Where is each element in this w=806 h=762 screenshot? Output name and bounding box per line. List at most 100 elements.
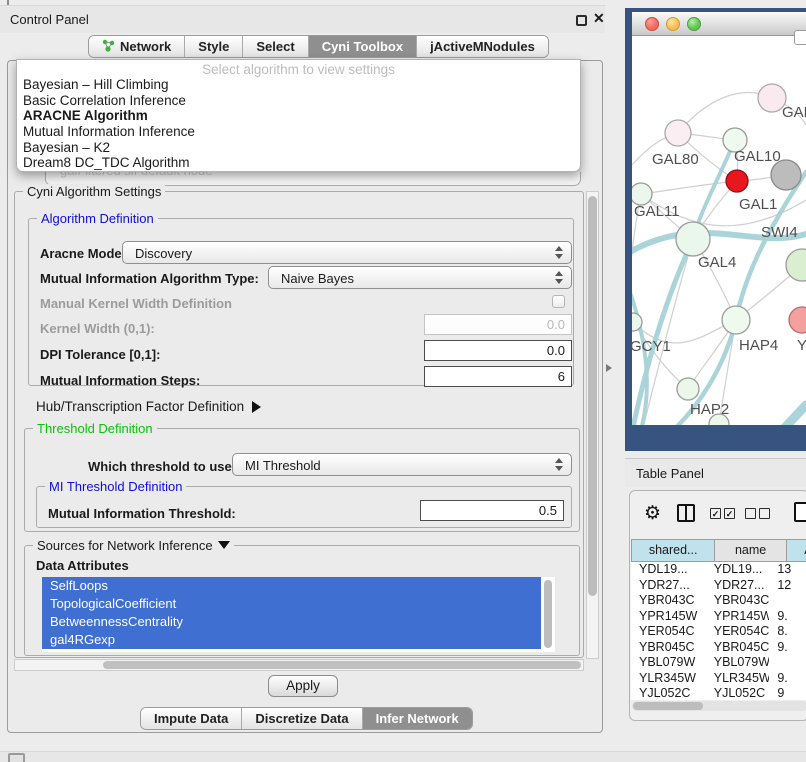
table-row[interactable]: YBR043CYBR043C	[631, 593, 806, 609]
settings-horizontal-scrollbar[interactable]	[14, 659, 584, 671]
network-node[interactable]	[677, 378, 699, 400]
tab-jactivemnodules[interactable]: jActiveMNodules	[417, 36, 548, 57]
table-horizontal-scrollbar[interactable]	[632, 701, 806, 711]
tab-infer-network[interactable]: Infer Network	[363, 708, 472, 729]
sources-legend-text: Sources for Network Inference	[37, 538, 213, 553]
gear-icon[interactable]: ⚙	[644, 502, 661, 525]
attribute-item[interactable]: SelfLoops	[42, 577, 541, 595]
network-canvas[interactable]: GALGAL80GAL10GAL1GAL11SWI4GAL4GCY1HAP4YH…	[632, 36, 806, 425]
dpi-tolerance-input[interactable]: 0.0	[424, 340, 572, 361]
network-window-titlebar[interactable]	[632, 12, 806, 36]
table-row[interactable]: YER054CYER054C8.	[631, 624, 806, 640]
unchecked-pair-icon[interactable]	[745, 508, 770, 519]
algorithm-option[interactable]: Bayesian – Hill Climbing	[17, 77, 580, 93]
tab-select[interactable]: Select	[243, 36, 308, 57]
aracne-mode-label: Aracne Mode:	[40, 246, 126, 261]
table-header-row: shared...nameA	[631, 539, 806, 562]
column-header[interactable]: name	[715, 539, 787, 562]
network-node[interactable]	[726, 170, 748, 192]
table-row[interactable]: YBR045CYBR045C9.	[631, 640, 806, 656]
tab-label: Network	[120, 39, 171, 54]
checked-pair-icon[interactable]: ✓✓	[710, 508, 735, 519]
tab-impute-data[interactable]: Impute Data	[141, 708, 242, 729]
table-cell: YDL19...	[706, 562, 770, 578]
table-toolbar: ⚙ ✓✓	[630, 491, 806, 537]
apply-button[interactable]: Apply	[268, 675, 338, 697]
manual-kernel-checkbox[interactable]	[552, 295, 565, 308]
table-row[interactable]: YJL052CYJL052C9	[631, 686, 806, 700]
network-node-label: Y	[797, 337, 806, 354]
network-node-label: GCY1	[632, 338, 671, 355]
sources-legend[interactable]: Sources for Network Inference	[33, 538, 234, 553]
algorithm-option[interactable]: Mutual Information Inference	[17, 124, 580, 140]
mi-threshold-legend: MI Threshold Definition	[45, 479, 186, 494]
network-icon	[102, 39, 115, 55]
attribute-item[interactable]: TopologicalCoefficient	[42, 595, 541, 613]
table-row[interactable]: YDR27...YDR27...12	[631, 578, 806, 594]
mi-type-combo[interactable]: Naive Bayes	[268, 266, 572, 289]
attr-list-scrollbar[interactable]	[544, 580, 552, 648]
attribute-item[interactable]: BetweennessCentrality	[42, 613, 541, 631]
cyni-algorithm-settings-legend: Cyni Algorithm Settings	[23, 184, 165, 199]
birdseye-toggle-button[interactable]	[794, 30, 806, 45]
network-node[interactable]	[676, 222, 710, 256]
document-icon[interactable]	[794, 502, 806, 522]
algorithm-option[interactable]: Basic Correlation Inference	[17, 93, 580, 109]
table-panel-title: Table Panel	[636, 466, 704, 481]
table-cell: YLR345W	[631, 671, 706, 687]
tab-label: Cyni Toolbox	[322, 39, 403, 54]
table-row[interactable]: YDL19...YDL19...13	[631, 562, 806, 578]
table-cell: 9	[769, 686, 806, 700]
column-header[interactable]: A	[787, 539, 806, 562]
table-cell	[769, 655, 806, 671]
which-threshold-combo[interactable]: MI Threshold	[232, 453, 572, 476]
kernel-width-label: Kernel Width (0,1):	[40, 321, 155, 336]
mi-threshold-input[interactable]: 0.5	[420, 500, 564, 521]
network-node-label: GAL11	[634, 203, 680, 220]
network-node[interactable]	[722, 306, 750, 334]
network-node-label: HAP2	[690, 401, 729, 418]
maximize-window-icon[interactable]	[687, 17, 701, 31]
hub-section-label: Hub/Transcription Factor Definition	[36, 399, 244, 414]
table-cell	[769, 593, 806, 609]
column-header[interactable]: shared...	[631, 539, 715, 562]
settings-vertical-scrollbar[interactable]	[586, 191, 599, 659]
tab-style[interactable]: Style	[185, 36, 243, 57]
combo-arrows-icon	[555, 458, 563, 471]
tab-network[interactable]: Network	[89, 36, 185, 57]
tab-discretize-data[interactable]: Discretize Data	[242, 708, 362, 729]
table-cell: 12	[769, 578, 806, 594]
table-row[interactable]: YLR345WYLR345W9.	[631, 671, 806, 687]
hscroll-thumb[interactable]	[103, 661, 581, 669]
hub-section-toggle[interactable]: Hub/Transcription Factor Definition	[36, 399, 261, 414]
algorithm-option[interactable]: Bayesian – K2	[17, 140, 580, 156]
aracne-mode-combo[interactable]: Discovery	[122, 241, 572, 264]
network-node[interactable]	[789, 307, 806, 333]
algorithm-option[interactable]: ARACNE Algorithm	[17, 108, 580, 124]
table-hscroll-thumb[interactable]	[633, 702, 703, 710]
columns-icon[interactable]	[677, 504, 695, 522]
vscroll-thumb[interactable]	[588, 196, 597, 596]
table-row[interactable]: YPR145WYPR145W9.	[631, 609, 806, 625]
network-node-label: GAL4	[698, 254, 736, 271]
table-row[interactable]: YBL079WYBL079W	[631, 655, 806, 671]
close-panel-icon[interactable]: ✕	[593, 10, 605, 27]
float-panel-icon[interactable]	[576, 15, 587, 26]
algorithm-option[interactable]: Dream8 DC_TDC Algorithm	[17, 155, 580, 171]
network-node[interactable]	[665, 120, 691, 146]
table-panel-titlebar: Table Panel	[625, 458, 806, 487]
mi-threshold-label: Mutual Information Threshold:	[48, 506, 236, 521]
collapse-down-icon	[218, 541, 230, 549]
mi-steps-input[interactable]: 6	[424, 366, 572, 387]
kernel-width-input[interactable]: 0.0	[424, 314, 572, 335]
tab-cyni-toolbox[interactable]: Cyni Toolbox	[309, 36, 417, 57]
attribute-item[interactable]: gal4RGexp	[42, 631, 541, 649]
minimize-window-icon[interactable]	[666, 17, 680, 31]
network-node[interactable]	[632, 183, 652, 205]
close-window-icon[interactable]	[645, 17, 659, 31]
table-cell: YER054C	[706, 624, 770, 640]
splitpane-collapse-icon[interactable]	[606, 364, 612, 372]
data-attributes-list[interactable]: SelfLoopsTopologicalCoefficientBetweenne…	[42, 577, 555, 652]
algorithm-dropdown-popup: Select algorithm to view settings Bayesi…	[16, 59, 581, 172]
combo-arrows-icon	[555, 271, 563, 284]
